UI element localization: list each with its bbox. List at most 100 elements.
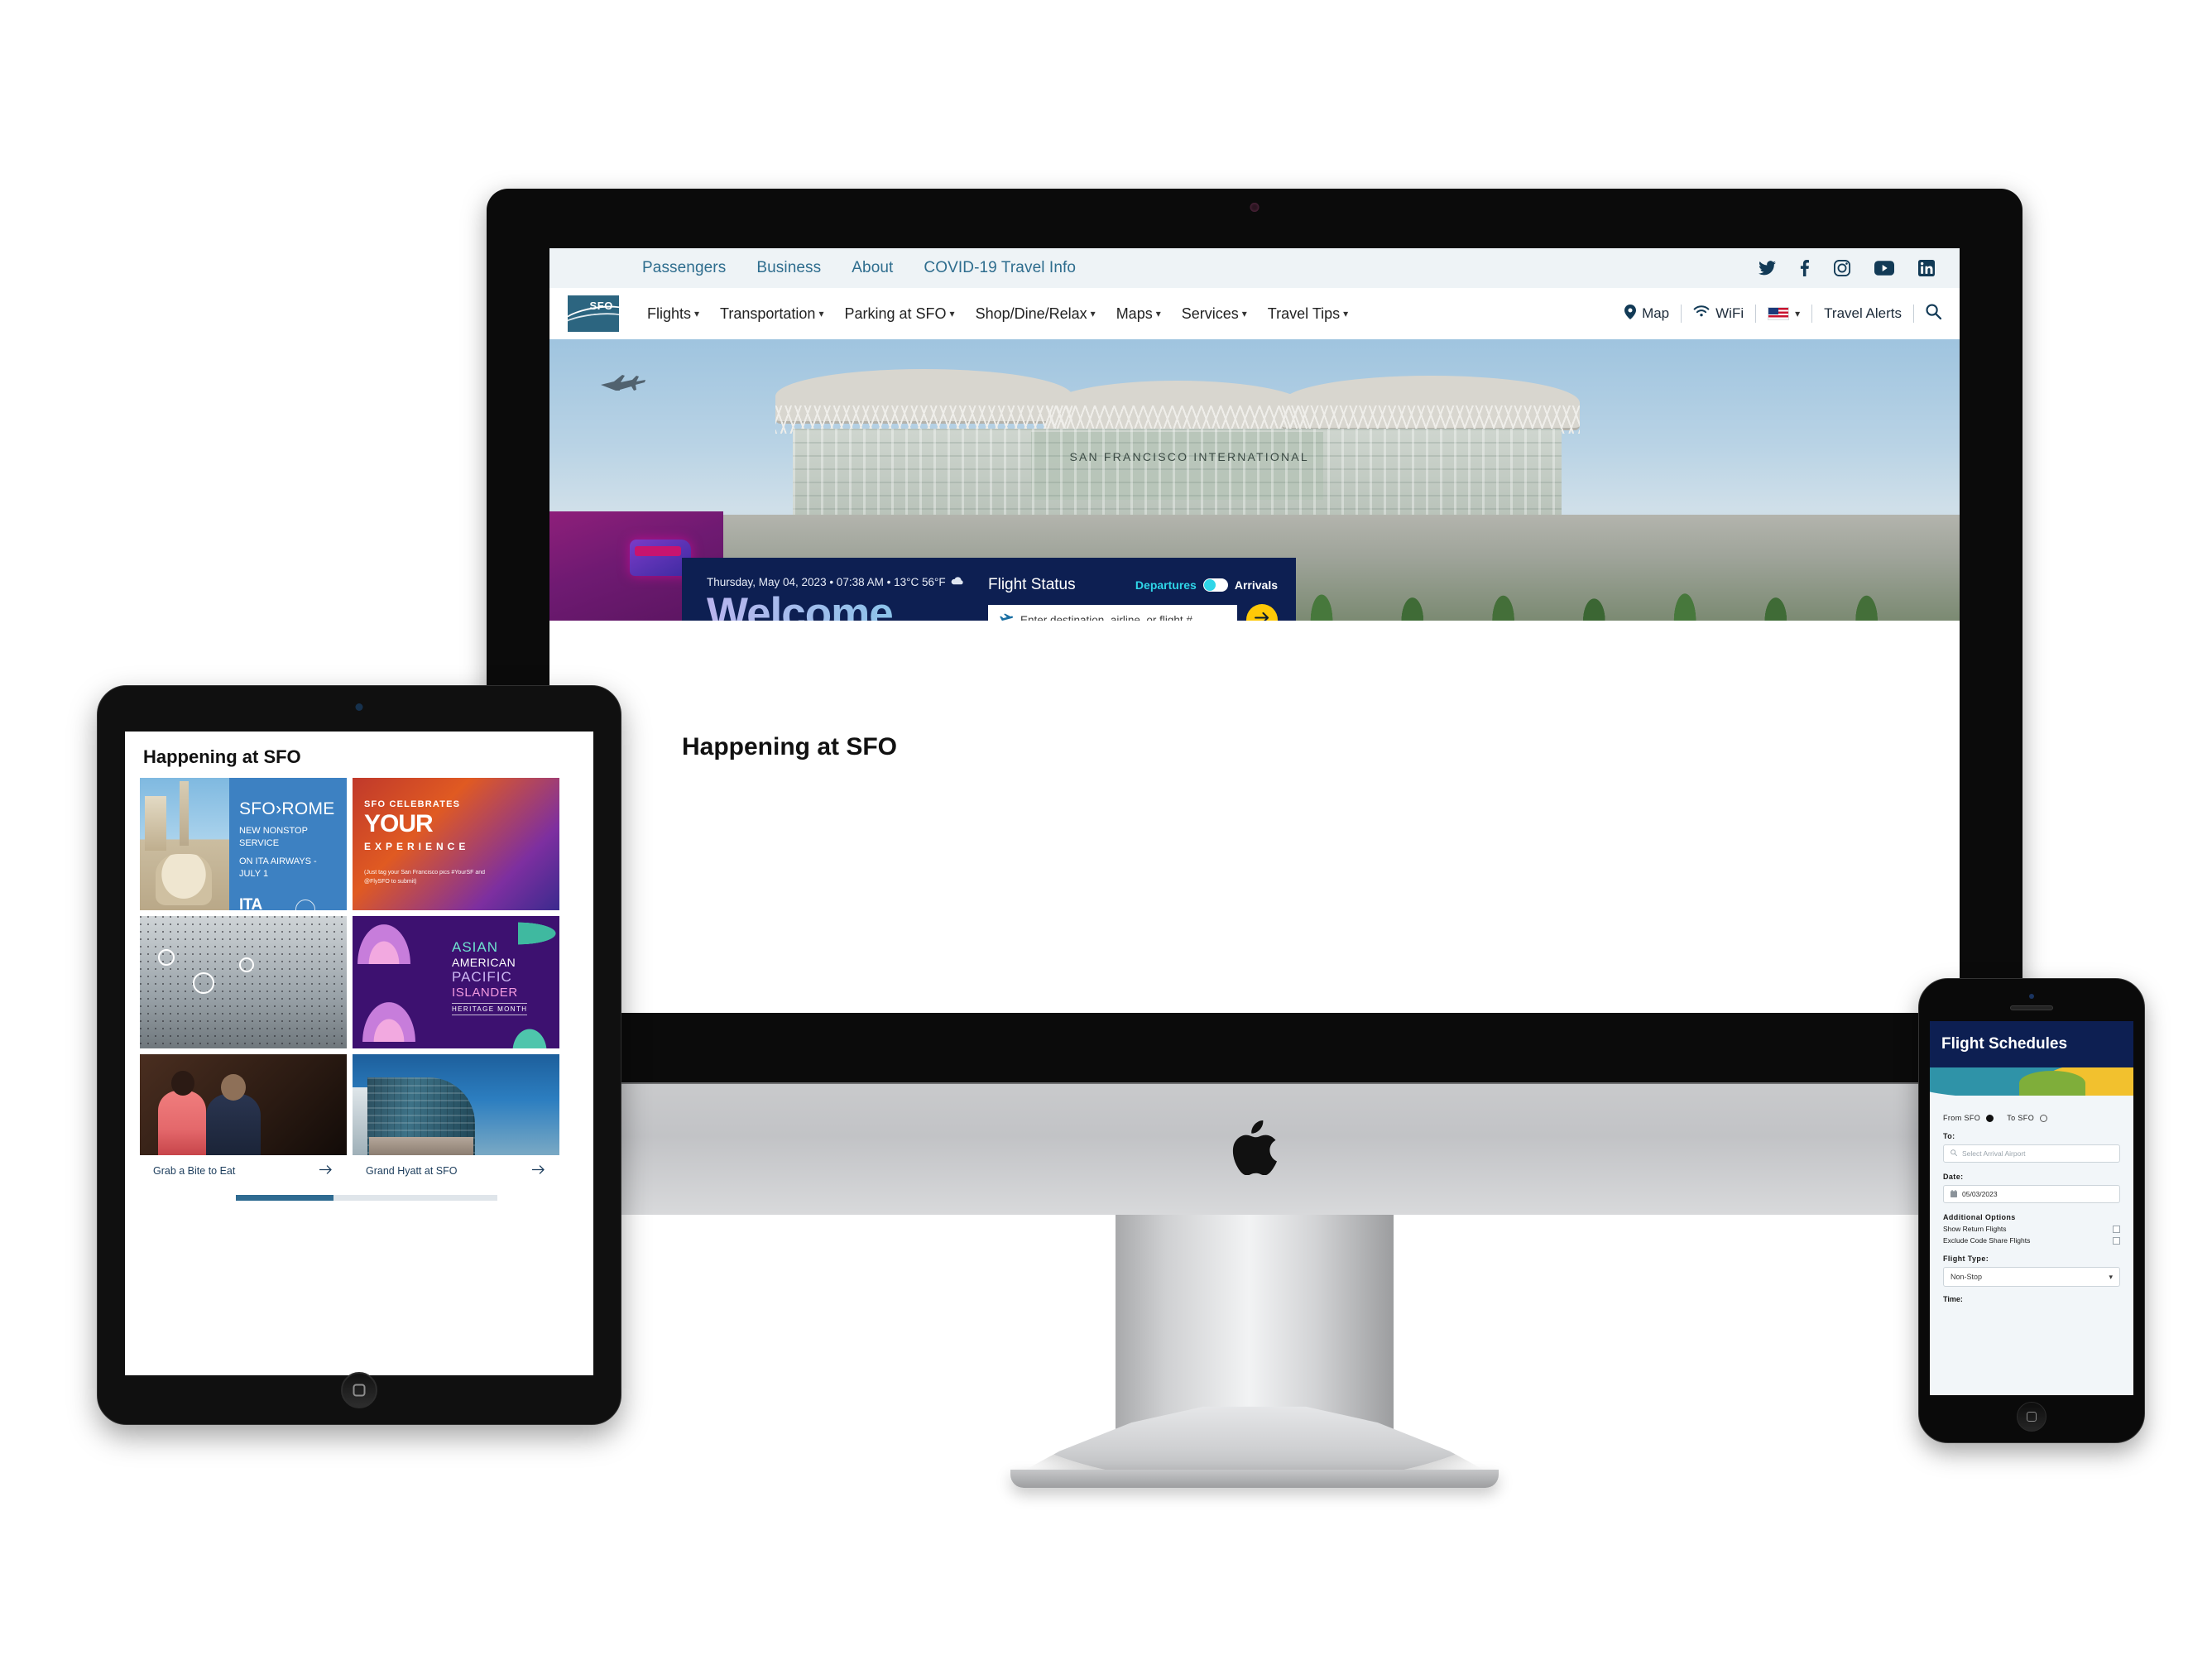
- terminal-facade: SAN FRANCISCO INTERNATIONAL: [792, 429, 1562, 515]
- rome-card-text: SFO›ROME NEW NONSTOP SERVICE ON ITA AIRW…: [229, 778, 347, 910]
- nav-wifi-button[interactable]: WiFi: [1693, 305, 1744, 322]
- departures-arrivals-toggle[interactable]: Departures Arrivals: [1135, 578, 1278, 592]
- search-icon: [1950, 1149, 1957, 1158]
- card-sfo-rome[interactable]: SFO›ROME NEW NONSTOP SERVICE ON ITA AIRW…: [140, 778, 347, 910]
- nav-items: Flights ▾ Transportation ▾ Parking at SF…: [647, 305, 1348, 323]
- nav-item-maps[interactable]: Maps ▾: [1116, 305, 1161, 323]
- phone-wave-graphic: [1930, 1067, 2133, 1096]
- card-terminal-art[interactable]: [140, 916, 347, 1048]
- card-your-experience[interactable]: SFO CELEBRATES YOUR EXPERIENCE (Just tag…: [353, 778, 559, 910]
- utility-nav-bar: Passengers Business About COVID-19 Trave…: [549, 248, 1960, 288]
- language-selector[interactable]: ▾: [1768, 307, 1800, 320]
- tablet-home-button[interactable]: [341, 1372, 377, 1408]
- radio-from-sfo[interactable]: From SFO: [1943, 1114, 1994, 1122]
- card-row-2: ASIAN AMERICAN PACIFIC ISLANDER HERITAGE…: [140, 916, 593, 1048]
- twitter-icon[interactable]: [1759, 261, 1776, 276]
- phone-home-button[interactable]: [2017, 1402, 2046, 1432]
- aapi-title-block: ASIAN AMERICAN PACIFIC ISLANDER HERITAGE…: [452, 939, 551, 1015]
- utility-link-covid[interactable]: COVID-19 Travel Info: [924, 259, 1076, 277]
- chevron-down-icon: ▾: [1241, 308, 1247, 319]
- tablet-mockup: Happening at SFO SFO›ROME NEW NONSTOP SE…: [97, 685, 621, 1425]
- show-return-flights-row[interactable]: Show Return Flights: [1943, 1225, 2120, 1233]
- linkedin-icon[interactable]: [1918, 260, 1935, 276]
- time-label: Time:: [1943, 1295, 1963, 1303]
- aapi-line4: ISLANDER: [452, 986, 518, 1000]
- phone-camera-icon: [2029, 994, 2034, 999]
- exclude-code-share-checkbox[interactable]: [2113, 1236, 2120, 1245]
- nav-item-services[interactable]: Services ▾: [1182, 305, 1247, 323]
- lotus-icon: [362, 1002, 415, 1042]
- exclude-code-share-row[interactable]: Exclude Code Share Flights: [1943, 1236, 2120, 1245]
- chevron-down-icon: ▾: [1343, 308, 1349, 319]
- radio-from-sfo-label: From SFO: [1943, 1114, 1981, 1122]
- utility-link-business[interactable]: Business: [756, 259, 821, 277]
- sfo-logo[interactable]: SFO: [568, 295, 619, 332]
- toggle-switch[interactable]: [1202, 578, 1228, 592]
- search-icon[interactable]: [1926, 304, 1942, 324]
- flight-search-submit-button[interactable]: [1246, 604, 1278, 621]
- card-grab-a-bite[interactable]: Grab a Bite to Eat: [140, 1054, 347, 1187]
- radio-to-sfo[interactable]: To SFO: [2007, 1114, 2048, 1122]
- imac-bezel: Passengers Business About COVID-19 Trave…: [487, 189, 2022, 1082]
- hyatt-card-label-row[interactable]: Grand Hyatt at SFO: [353, 1155, 559, 1187]
- youtube-icon[interactable]: [1874, 261, 1894, 276]
- chevron-down-icon: ▾: [2109, 1272, 2113, 1281]
- date-input[interactable]: 05/03/2023: [1943, 1185, 2120, 1203]
- your-eyebrow: SFO CELEBRATES: [364, 799, 461, 809]
- nav-item-shop-dine-relax[interactable]: Shop/Dine/Relax ▾: [976, 305, 1096, 323]
- nav-item-flights[interactable]: Flights ▾: [647, 305, 699, 323]
- lotus-icon: [357, 924, 410, 964]
- card-row-3: Grab a Bite to Eat Grand Hyatt at SFO: [140, 1054, 593, 1187]
- nav-label: Services: [1181, 305, 1239, 322]
- nav-travel-alerts-link[interactable]: Travel Alerts: [1824, 305, 1902, 322]
- social-links: [1759, 260, 1935, 276]
- radio-to-sfo-label: To SFO: [2007, 1114, 2035, 1122]
- flight-type-select[interactable]: Non-Stop ▾: [1943, 1267, 2120, 1287]
- nav-item-parking[interactable]: Parking at SFO ▾: [844, 305, 954, 323]
- utility-link-about[interactable]: About: [852, 259, 893, 277]
- date-value: 05/03/2023: [1962, 1190, 1998, 1198]
- your-fine-print: (Just tag your San Francisco pics #YourS…: [364, 870, 486, 885]
- nav-item-travel-tips[interactable]: Travel Tips ▾: [1268, 305, 1348, 323]
- to-field-label: To:: [1943, 1132, 1955, 1140]
- leaf-icon: [505, 1019, 554, 1048]
- carousel-scroll-thumb[interactable]: [236, 1195, 333, 1201]
- facebook-icon[interactable]: [1800, 260, 1810, 276]
- screenshot-stage: Passengers Business About COVID-19 Trave…: [0, 0, 2212, 1655]
- flight-search-placeholder: Enter destination, airline, or flight #: [1020, 613, 1192, 621]
- skyteam-icon: [295, 899, 315, 910]
- arrival-airport-input[interactable]: Select Arrival Airport: [1943, 1144, 2120, 1163]
- dining-card-label: Grab a Bite to Eat: [153, 1165, 236, 1177]
- imac-desktop-mockup: Passengers Business About COVID-19 Trave…: [487, 189, 2022, 1488]
- logo-text: SFO: [589, 300, 613, 312]
- divider: [1913, 305, 1914, 323]
- show-return-flights-checkbox[interactable]: [2113, 1225, 2120, 1233]
- carousel-scrollbar[interactable]: [236, 1195, 497, 1201]
- art-installation-strands: [140, 916, 347, 1048]
- card-aapi-heritage[interactable]: ASIAN AMERICAN PACIFIC ISLANDER HERITAGE…: [353, 916, 559, 1048]
- imac-stand-base: [1010, 1470, 1499, 1488]
- dining-card-label-row[interactable]: Grab a Bite to Eat: [140, 1155, 347, 1187]
- terminal-building: SAN FRANCISCO INTERNATIONAL: [775, 364, 1649, 521]
- card-grand-hyatt[interactable]: Grand Hyatt at SFO: [353, 1054, 559, 1187]
- radio-button-unselected[interactable]: [2040, 1114, 2048, 1122]
- instagram-icon[interactable]: [1834, 260, 1850, 276]
- tablet-camera-icon: [355, 703, 363, 711]
- chevron-down-icon: ▾: [949, 308, 955, 319]
- chevron-down-icon: ▾: [818, 308, 824, 319]
- aapi-line3: PACIFIC: [452, 969, 512, 985]
- flight-search-input[interactable]: Enter destination, airline, or flight #: [988, 605, 1237, 621]
- nav-map-button[interactable]: Map: [1624, 304, 1669, 324]
- terminal-sign-text: SAN FRANCISCO INTERNATIONAL: [1069, 450, 1309, 463]
- utility-link-passengers[interactable]: Passengers: [642, 259, 726, 277]
- departing-plane-icon: [998, 613, 1013, 621]
- chevron-down-icon: ▾: [1090, 308, 1096, 319]
- radio-button-selected[interactable]: [1986, 1114, 1994, 1122]
- card-row-1: SFO›ROME NEW NONSTOP SERVICE ON ITA AIRW…: [140, 778, 593, 910]
- flight-search-row: Enter destination, airline, or flight #: [988, 604, 1278, 621]
- nav-item-transportation[interactable]: Transportation ▾: [720, 305, 823, 323]
- hyatt-card-label: Grand Hyatt at SFO: [366, 1165, 458, 1177]
- aapi-line1: ASIAN: [452, 939, 499, 955]
- nav-label: Parking at SFO: [844, 305, 947, 322]
- nav-label: Shop/Dine/Relax: [975, 305, 1087, 322]
